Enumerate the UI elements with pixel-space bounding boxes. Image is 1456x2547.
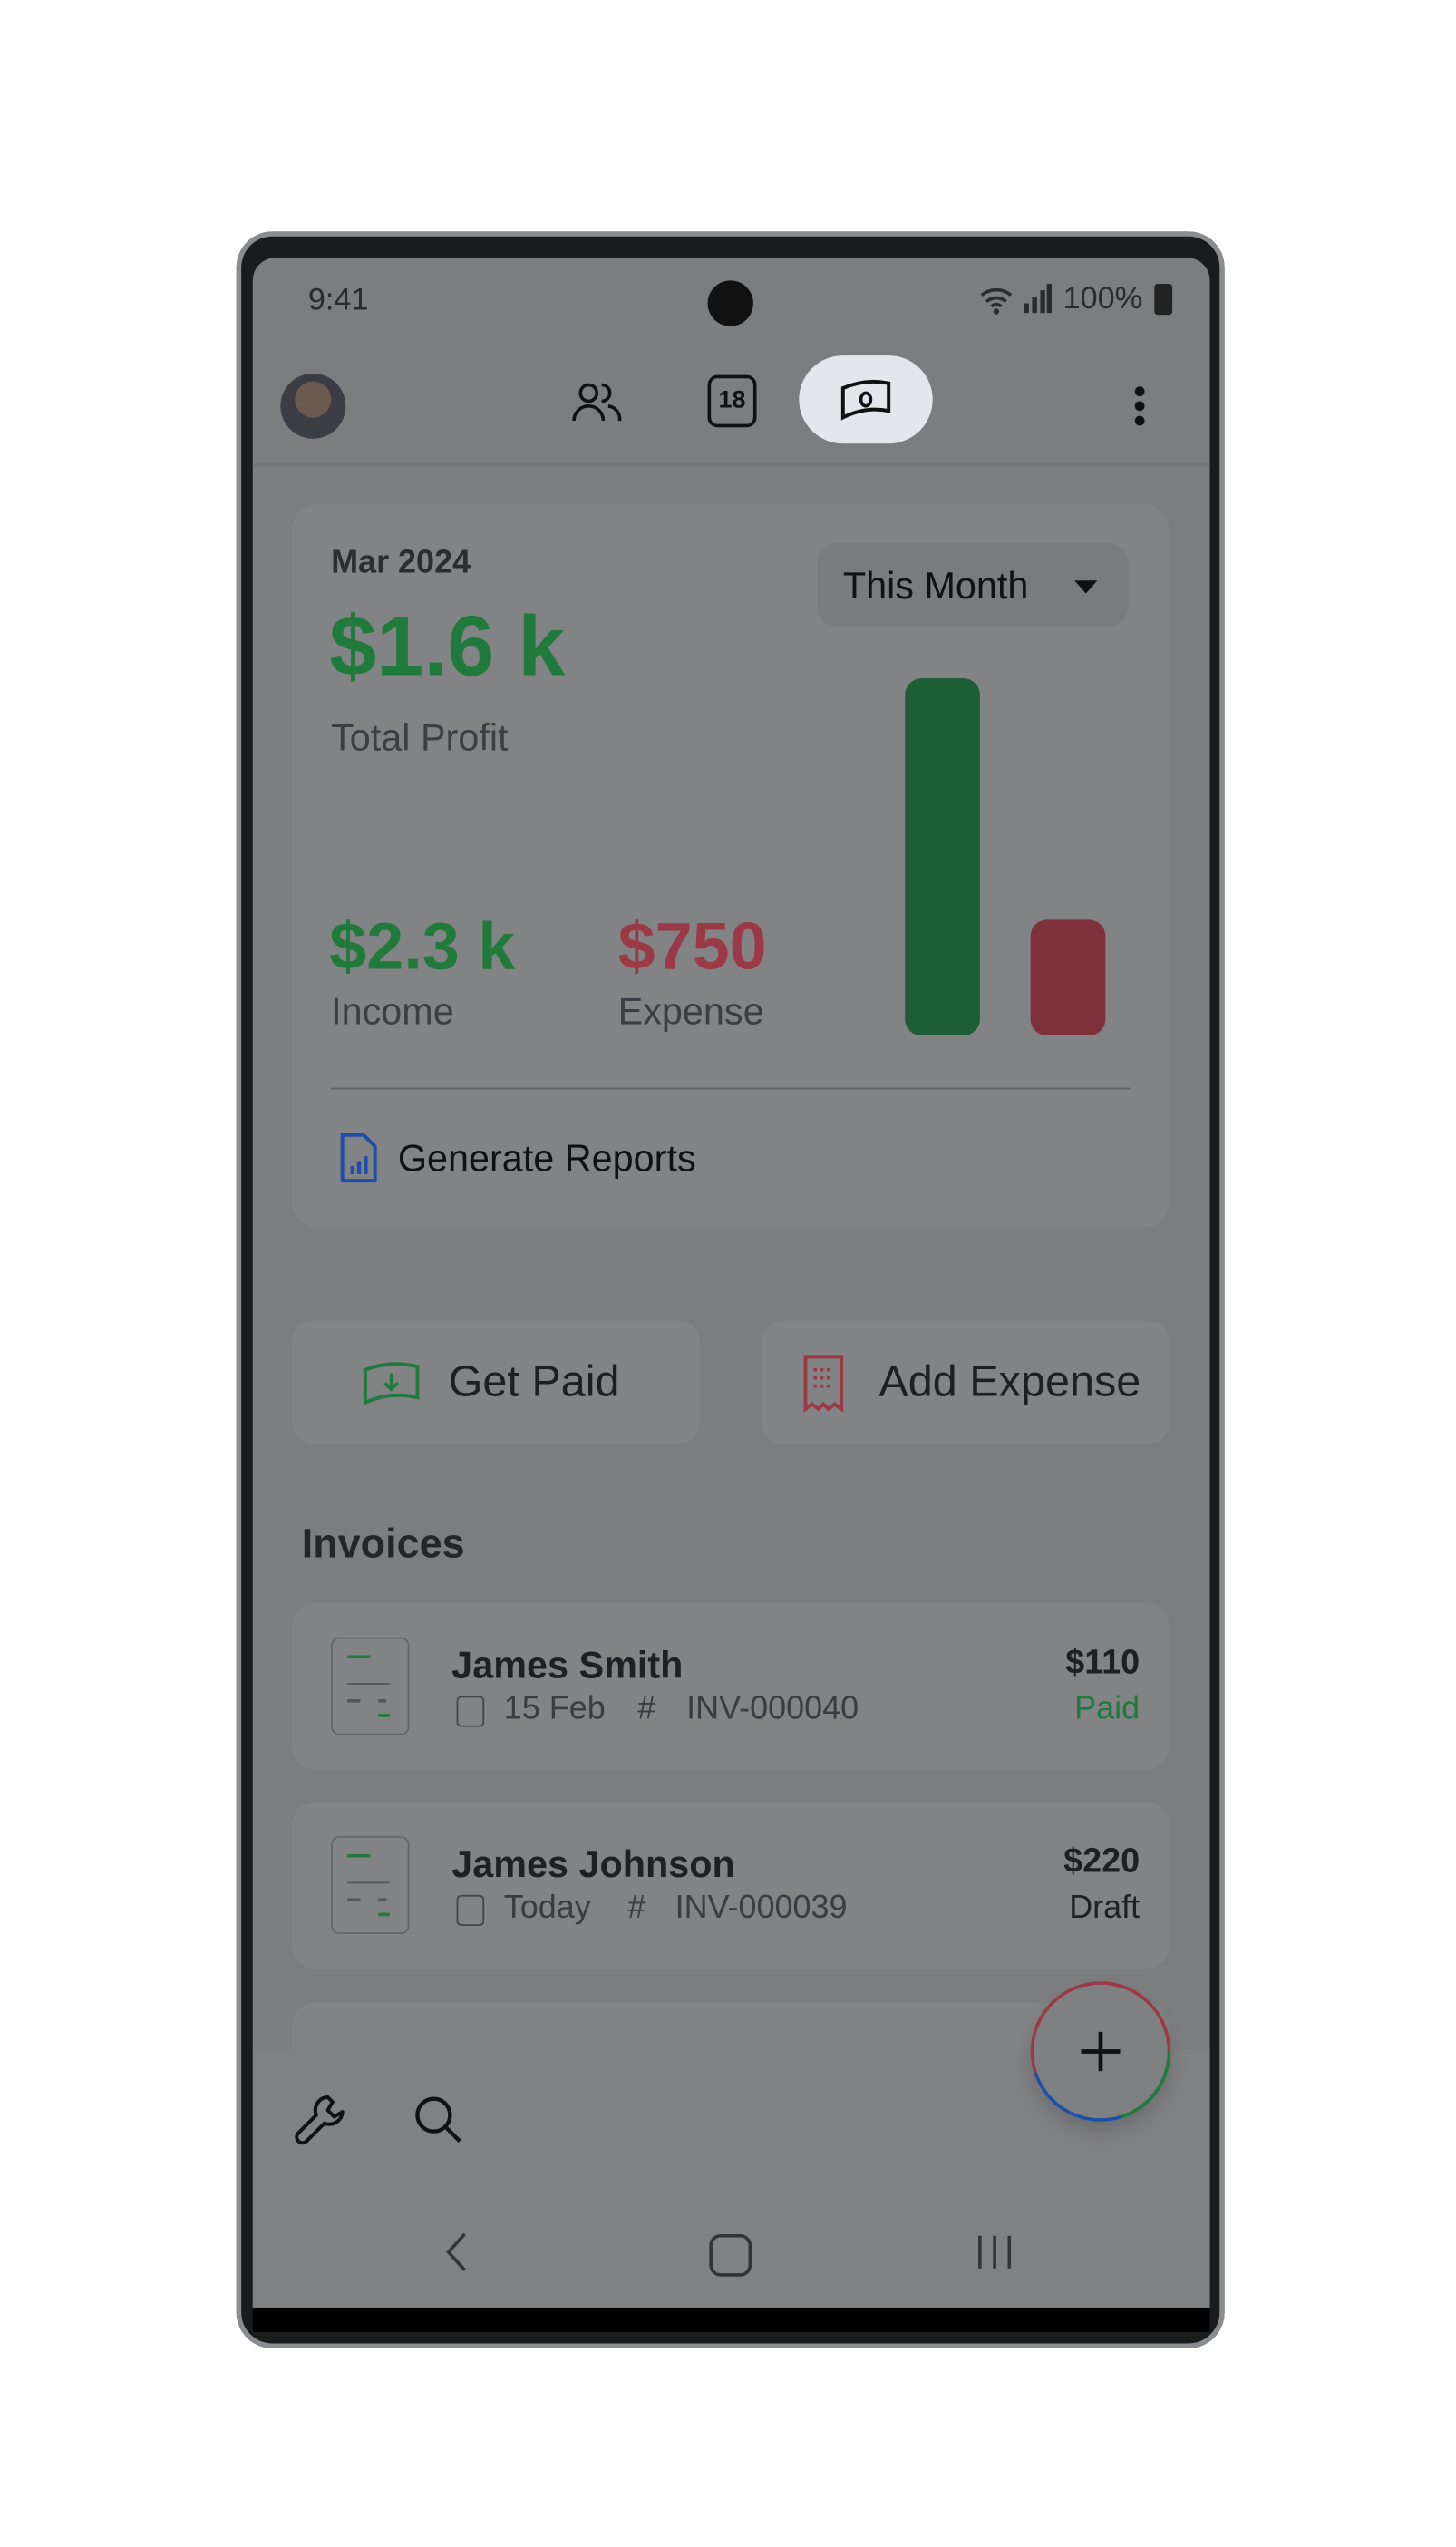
- back-chevron-icon: [446, 2232, 466, 2271]
- money-icon: [840, 379, 891, 421]
- get-paid-label: Get Paid: [448, 1356, 620, 1406]
- wifi-icon: [978, 284, 1017, 316]
- battery-icon: [1154, 283, 1173, 316]
- nav-recents-button[interactable]: [976, 2232, 1014, 2271]
- report-file-icon: [340, 1133, 377, 1183]
- income-value: $2.3 k: [329, 908, 516, 984]
- invoice-number: INV-000040: [686, 1691, 859, 1727]
- tab-money[interactable]: [799, 355, 933, 444]
- calendar-icon: [456, 1894, 485, 1927]
- nav-home-button[interactable]: [709, 2233, 752, 2277]
- generate-reports-button[interactable]: Generate Reports: [331, 1123, 755, 1189]
- tab-people[interactable]: [570, 378, 623, 427]
- status-time: 9:41: [307, 283, 369, 318]
- expense-label: Expense: [617, 989, 764, 1033]
- more-vertical-icon: [1134, 386, 1145, 426]
- caret-down-icon: [1074, 580, 1098, 594]
- people-icon: [572, 383, 622, 422]
- invoice-client: James Smith: [451, 1643, 684, 1687]
- expense-bar: [1030, 919, 1106, 1036]
- invoice-status: Draft: [1069, 1890, 1141, 1927]
- calendar-icon: [456, 1696, 485, 1727]
- nav-back-button[interactable]: [443, 2231, 470, 2273]
- signal-icon: [1023, 283, 1053, 314]
- more-menu-button[interactable]: [1133, 384, 1146, 427]
- calendar-icon-label: 18: [718, 386, 746, 414]
- hash-icon: #: [627, 1890, 646, 1927]
- invoice-status: Paid: [1074, 1691, 1141, 1727]
- phone-bezel: [252, 2307, 1210, 2332]
- generate-reports-label: Generate Reports: [397, 1136, 696, 1180]
- range-select[interactable]: This Month: [817, 542, 1129, 627]
- front-camera: [707, 280, 753, 326]
- header-divider: [252, 462, 1210, 467]
- wrench-icon: [295, 2095, 345, 2145]
- invoice-row[interactable]: James Smith 15 Feb # INV-000040 $110 Pai…: [291, 1602, 1170, 1770]
- card-divider: [331, 1087, 1131, 1090]
- invoice-row[interactable]: James Johnson Today # INV-000039 $220 Dr…: [291, 1802, 1170, 1969]
- add-fab[interactable]: [1030, 1981, 1171, 2122]
- invoice-amount: $220: [1063, 1842, 1141, 1881]
- invoice-date: Today: [503, 1890, 591, 1927]
- invoice-date: 15 Feb: [503, 1691, 606, 1727]
- app-screen: 9:41 100% 18 Mar 2024 $1.6 k Total Profi: [252, 258, 1210, 2308]
- income-label: Income: [331, 989, 454, 1033]
- range-select-value: This Month: [842, 564, 1029, 608]
- income-bar: [905, 678, 980, 1036]
- add-expense-button[interactable]: Add Expense: [761, 1320, 1170, 1444]
- search-icon: [415, 2096, 461, 2143]
- summary-card: Mar 2024 $1.6 k Total Profit This Month …: [291, 503, 1170, 1229]
- get-paid-button[interactable]: Get Paid: [291, 1320, 700, 1444]
- expense-value: $750: [617, 908, 767, 984]
- invoice-amount: $110: [1065, 1643, 1141, 1682]
- invoice-client: James Johnson: [451, 1842, 735, 1886]
- settings-button[interactable]: [292, 2091, 351, 2150]
- tab-calendar[interactable]: 18: [707, 374, 757, 428]
- receipt-icon: [803, 1355, 844, 1413]
- plus-icon: [1081, 2031, 1121, 2072]
- battery-percent: 100%: [1063, 282, 1143, 316]
- avatar[interactable]: [280, 373, 346, 439]
- search-button[interactable]: [409, 2091, 468, 2150]
- invoice-doc-icon: [331, 1836, 410, 1935]
- invoice-doc-icon: [331, 1637, 410, 1735]
- invoices-heading: Invoices: [301, 1521, 465, 1568]
- add-expense-label: Add Expense: [878, 1356, 1141, 1406]
- recents-icon: [978, 2235, 1012, 2269]
- total-profit-value: $1.6 k: [329, 599, 566, 695]
- invoice-number: INV-000039: [675, 1890, 848, 1927]
- period-label: Mar 2024: [331, 544, 471, 581]
- cash-receive-icon: [363, 1362, 420, 1405]
- total-profit-label: Total Profit: [331, 715, 509, 759]
- hash-icon: #: [637, 1691, 656, 1727]
